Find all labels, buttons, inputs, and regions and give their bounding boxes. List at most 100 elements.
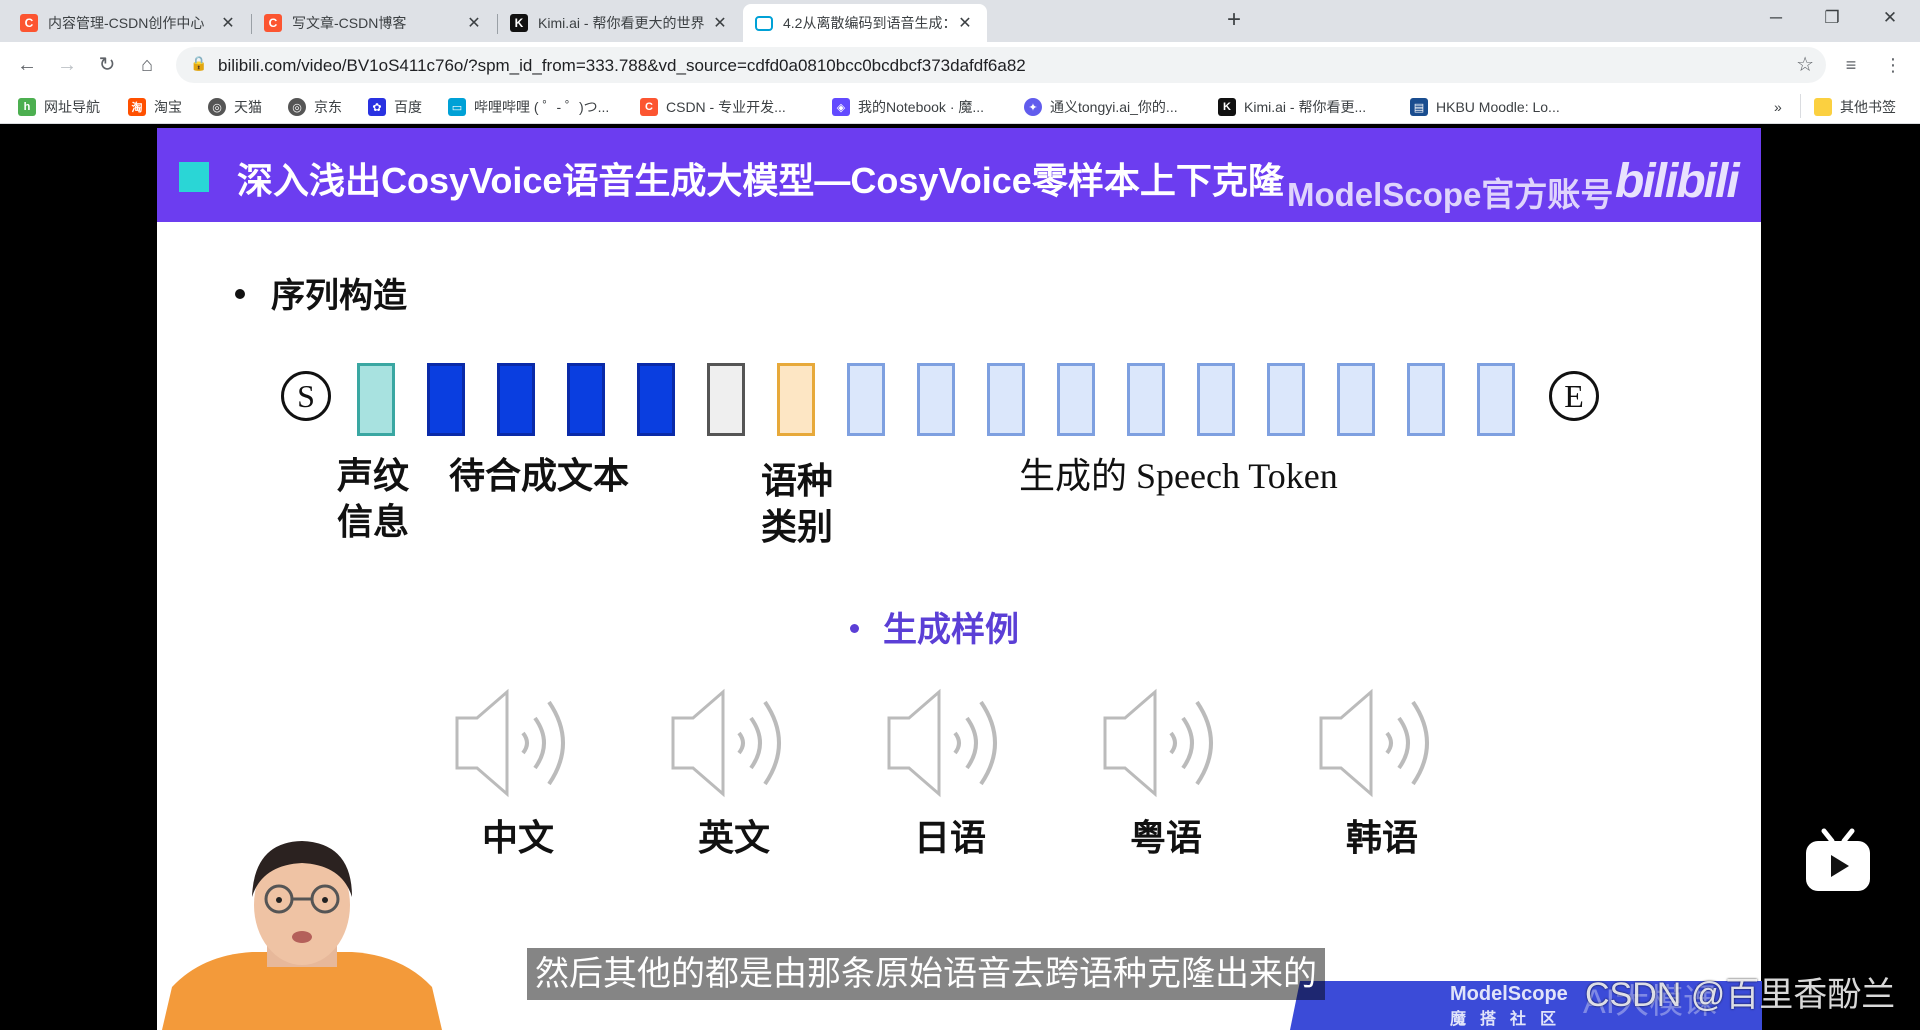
tab-title: 写文章-CSDN博客 bbox=[292, 15, 407, 31]
modelscope-subtext: 魔搭社区 bbox=[1450, 1011, 1571, 1028]
bookmark-label: HKBU Moodle: Lo... bbox=[1436, 99, 1560, 115]
speech-token bbox=[917, 363, 955, 436]
speaker-icon[interactable] bbox=[885, 688, 1015, 798]
tab-csdn-content[interactable]: C 内容管理-CSDN创作中心 ✕ bbox=[8, 4, 250, 42]
bookmark-item[interactable]: ✿ 百度 bbox=[368, 96, 422, 118]
address-bar[interactable]: 🔒 bilibili.com/video/BV1oS411c76o/?spm_i… bbox=[176, 47, 1826, 83]
language-token bbox=[707, 363, 745, 436]
reading-list-icon[interactable]: ≡ bbox=[1836, 50, 1866, 80]
restore-button[interactable]: ❐ bbox=[1804, 0, 1860, 36]
text-token bbox=[497, 363, 535, 436]
window-close-button[interactable]: ✕ bbox=[1862, 0, 1918, 36]
taobao-icon: 淘 bbox=[128, 98, 146, 116]
bookmark-label: 淘宝 bbox=[154, 99, 182, 115]
globe-icon: ◎ bbox=[288, 98, 306, 116]
new-tab-button[interactable]: + bbox=[1220, 6, 1248, 34]
bookmark-item[interactable]: h 网址导航 bbox=[18, 96, 100, 118]
speech-token bbox=[1267, 363, 1305, 436]
bookmark-label: 天猫 bbox=[234, 99, 262, 115]
tongyi-icon: ✦ bbox=[1024, 98, 1042, 116]
speech-token bbox=[1337, 363, 1375, 436]
home-icon[interactable]: ⌂ bbox=[132, 50, 162, 80]
speaker-label: 声纹 信息 bbox=[337, 453, 409, 545]
bookmark-item[interactable]: ◎ 天猫 bbox=[208, 96, 262, 118]
bookmark-item[interactable]: ✦ 通义tongyi.ai_你的... bbox=[1024, 96, 1178, 118]
bookmark-item[interactable]: ◈ 我的Notebook · 魔... bbox=[832, 96, 984, 118]
start-token-symbol: S bbox=[281, 371, 331, 421]
bullet-dot bbox=[235, 289, 245, 300]
bookmarks-overflow-button[interactable]: » bbox=[1774, 96, 1782, 118]
csdn-icon: C bbox=[264, 14, 282, 32]
bookmark-item[interactable]: 淘淘宝 bbox=[128, 96, 182, 118]
bookmark-item[interactable]: ▭ 哔哩哔哩 ( ゜- ゜)つ... bbox=[448, 96, 609, 118]
globe-icon: ◎ bbox=[208, 98, 226, 116]
bookmark-item[interactable]: C CSDN - 专业开发... bbox=[640, 96, 786, 118]
bookmark-label: 百度 bbox=[394, 99, 422, 115]
url-text: bilibili.com/video/BV1oS411c76o/?spm_id_… bbox=[218, 56, 1026, 75]
tab-strip: C 内容管理-CSDN创作中心 ✕ C 写文章-CSDN博客 ✕ K Kimi.… bbox=[0, 0, 1920, 42]
close-icon[interactable]: ✕ bbox=[464, 13, 484, 33]
bookmark-label: 我的Notebook · 魔... bbox=[858, 99, 985, 115]
text-token bbox=[637, 363, 675, 436]
csdn-watermark: CSDN @百里香酚兰 bbox=[1585, 976, 1896, 1014]
speaker-icon[interactable] bbox=[453, 688, 583, 798]
speech-token bbox=[847, 363, 885, 436]
close-icon[interactable]: ✕ bbox=[710, 13, 730, 33]
speaker-label-line1: 声纹 bbox=[337, 455, 410, 496]
banner-brand: ModelScope官方账号 bbox=[1287, 176, 1614, 213]
back-arrow-icon[interactable]: ← bbox=[12, 50, 42, 80]
speech-token bbox=[1407, 363, 1445, 436]
section-heading: 序列构造 bbox=[235, 268, 407, 317]
forward-arrow-icon[interactable]: → bbox=[52, 50, 82, 80]
bilibili-icon: ▭ bbox=[448, 98, 466, 116]
language-token bbox=[777, 363, 815, 436]
end-token-symbol: E bbox=[1549, 371, 1599, 421]
tab-kimi[interactable]: K Kimi.ai - 帮你看更大的世界 ✕ bbox=[498, 4, 742, 42]
bilibili-logo: bilibili bbox=[1615, 155, 1740, 208]
close-icon[interactable]: ✕ bbox=[218, 13, 238, 33]
speech-token bbox=[1057, 363, 1095, 436]
speaker-icon[interactable] bbox=[669, 688, 799, 798]
bookmark-label: 其他书签 bbox=[1840, 99, 1896, 115]
tab-bilibili-active[interactable]: 4.2从离散编码到语音生成：深入 ✕ bbox=[743, 4, 987, 42]
bilibili-play-icon[interactable] bbox=[1804, 827, 1872, 893]
modelscope-text: ModelScope bbox=[1450, 983, 1568, 1005]
close-icon[interactable]: ✕ bbox=[955, 13, 975, 33]
lock-icon[interactable]: 🔒 bbox=[190, 55, 207, 72]
banner-square-icon bbox=[179, 162, 209, 192]
bookmark-star-icon[interactable]: ☆ bbox=[1796, 52, 1814, 77]
sample-label: 日语 bbox=[913, 817, 986, 858]
sample-label: 英文 bbox=[697, 817, 770, 858]
text-token bbox=[427, 363, 465, 436]
speech-token bbox=[987, 363, 1025, 436]
other-bookmarks-folder[interactable]: 其他书签 bbox=[1814, 96, 1896, 118]
speech-token bbox=[1477, 363, 1515, 436]
text-token bbox=[567, 363, 605, 436]
section-title: 序列构造 bbox=[271, 277, 407, 315]
video-subtitle: 然后其他的都是由那条原始语音去跨语种克隆出来的 bbox=[527, 948, 1325, 1000]
menu-dots-icon[interactable]: ⋮ bbox=[1878, 50, 1908, 80]
speaker-icon[interactable] bbox=[1317, 688, 1447, 798]
folder-icon bbox=[1814, 98, 1832, 116]
language-label-line2: 类别 bbox=[761, 506, 834, 547]
bookmark-item[interactable]: ◎ 京东 bbox=[288, 96, 342, 118]
sample-label: 中文 bbox=[481, 817, 554, 858]
bookmark-item[interactable]: K Kimi.ai - 帮你看更... bbox=[1218, 96, 1366, 118]
video-player[interactable]: 深入浅出CosyVoice语音生成大模型—CosyVoice零样本上下克隆 Mo… bbox=[0, 125, 1920, 1030]
reload-icon[interactable]: ↻ bbox=[92, 50, 122, 80]
csdn-icon: C bbox=[20, 14, 38, 32]
csdn-icon: C bbox=[640, 98, 658, 116]
speaker-icon[interactable] bbox=[1101, 688, 1231, 798]
bookmark-label: CSDN - 专业开发... bbox=[666, 99, 786, 115]
presenter-video bbox=[162, 841, 442, 1030]
speaker-label-line2: 信息 bbox=[337, 501, 410, 542]
tab-csdn-write[interactable]: C 写文章-CSDN博客 ✕ bbox=[252, 4, 496, 42]
moodle-icon: ▤ bbox=[1410, 98, 1428, 116]
modelscope-icon: ◈ bbox=[832, 98, 850, 116]
bookmark-label: 网址导航 bbox=[44, 99, 100, 115]
minimize-button[interactable]: ─ bbox=[1748, 0, 1804, 36]
tab-title: 4.2从离散编码到语音生成：深入 bbox=[783, 15, 955, 31]
bookmark-item[interactable]: ▤ HKBU Moodle: Lo... bbox=[1410, 96, 1560, 118]
sample-label: 粤语 bbox=[1129, 817, 1202, 858]
tab-title: Kimi.ai - 帮你看更大的世界 bbox=[538, 15, 705, 31]
